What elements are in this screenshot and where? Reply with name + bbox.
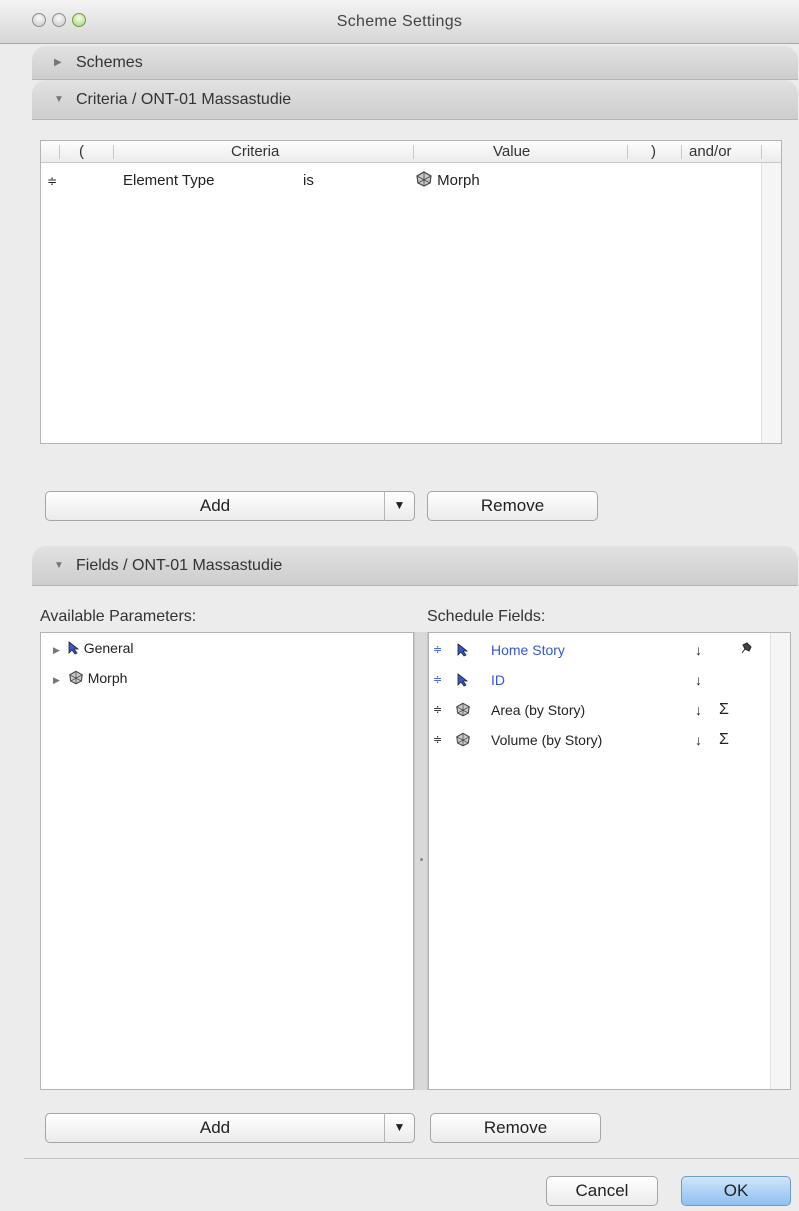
criteria-section-label: Criteria / ONT-01 Massastudie [76,91,292,108]
sum-icon[interactable]: Σ [719,698,729,722]
drag-handle-icon[interactable]: ≑ [433,638,442,662]
grip-icon [420,858,423,861]
schedule-field-label: Home Story [491,642,565,658]
add-label: Add [199,1118,231,1137]
criteria-table: ( Criteria Value ) and/or ≑ Element Type… [40,140,782,444]
column-separator [681,145,682,159]
column-separator [113,145,114,159]
criteria-add-button[interactable]: Add ▼ [45,491,415,521]
column-separator [761,145,762,159]
available-parameters-list: ▶ General ▶ Morph [40,632,414,1090]
fields-remove-button[interactable]: Remove [430,1113,601,1143]
disclosure-down-icon: ▼ [54,560,64,571]
tree-item-morph[interactable]: ▶ Morph [53,667,127,689]
sort-arrow-icon[interactable]: ↓ [695,698,702,722]
schemes-section-header[interactable]: ▶ Schemes [32,46,798,80]
title-bar: Scheme Settings [0,0,799,44]
drag-handle-icon[interactable]: ≑ [433,668,442,692]
schedule-field-label: Area (by Story) [491,702,586,718]
schemes-section-label: Schemes [76,54,143,71]
cursor-arrow-icon [457,638,469,662]
column-header-criteria[interactable]: Criteria [231,141,279,163]
column-header-close-paren[interactable]: ) [651,141,656,163]
value-text: Morph [437,172,480,189]
footer-divider [24,1158,799,1159]
sum-icon[interactable]: Σ [719,728,729,752]
morph-icon [455,728,471,752]
criteria-scrollbar[interactable] [761,163,781,443]
panel-splitter[interactable] [414,632,428,1090]
criteria-section-header[interactable]: ▼ Criteria / ONT-01 Massastudie [32,80,798,120]
column-header-and-or[interactable]: and/or [689,141,732,163]
chevron-down-icon[interactable]: ▼ [384,1113,414,1143]
tree-item-general[interactable]: ▶ General [53,637,134,659]
add-label: Add [199,496,231,515]
row-drag-handle[interactable]: ≑ [47,169,57,193]
schedule-field-label: ID [491,672,505,688]
drag-handle-icon[interactable]: ≑ [433,728,442,752]
disclosure-right-icon[interactable]: ▶ [53,645,60,655]
tree-item-label: General [83,640,134,656]
cursor-arrow-icon [68,640,84,656]
column-separator [413,145,414,159]
criteria-row[interactable]: ≑ Element Type is Morph [41,169,761,193]
sort-arrow-icon[interactable]: ↓ [695,638,702,662]
fields-section-label: Fields / ONT-01 Massastudie [76,557,283,574]
cursor-arrow-icon [457,668,469,692]
pin-icon[interactable] [739,638,753,662]
fields-add-button[interactable]: Add ▼ [45,1113,415,1143]
schedule-field-row[interactable]: ≑ ID ↓ [429,668,759,692]
column-separator [59,145,60,159]
scheme-settings-window: Scheme Settings ▶ Schemes ▼ Criteria / O… [0,0,799,1211]
chevron-down-icon[interactable]: ▼ [384,491,414,521]
morph-icon [415,171,437,189]
value-cell[interactable]: Morph [415,169,480,193]
criteria-table-header: ( Criteria Value ) and/or [41,141,781,163]
window-title: Scheme Settings [336,13,463,30]
column-header-open-paren[interactable]: ( [79,141,84,163]
cancel-button[interactable]: Cancel [546,1176,658,1206]
schedule-fields-list: ≑ Home Story ↓ ≑ ID ↓ ≑ Area (by Story) … [428,632,791,1090]
tree-item-label: Morph [87,670,128,686]
schedule-field-row[interactable]: ≑ Home Story ↓ [429,638,759,662]
criteria-remove-button[interactable]: Remove [427,491,598,521]
fields-section-header[interactable]: ▼ Fields / ONT-01 Massastudie [32,546,798,586]
schedule-field-row[interactable]: ≑ Area (by Story) ↓ Σ [429,698,759,722]
schedule-field-row[interactable]: ≑ Volume (by Story) ↓ Σ [429,728,759,752]
disclosure-down-icon: ▼ [54,94,64,105]
schedule-field-label: Volume (by Story) [491,732,603,748]
disclosure-right-icon[interactable]: ▶ [53,675,60,685]
column-separator [627,145,628,159]
criteria-cell[interactable]: Element Type [123,169,214,193]
sort-arrow-icon[interactable]: ↓ [695,668,702,692]
sort-arrow-icon[interactable]: ↓ [695,728,702,752]
available-parameters-label: Available Parameters: [40,608,197,625]
ok-button[interactable]: OK [681,1176,791,1206]
column-header-value[interactable]: Value [493,141,530,163]
disclosure-right-icon: ▶ [54,57,62,68]
morph-icon [455,698,471,722]
operator-cell[interactable]: is [303,169,314,193]
schedule-fields-label: Schedule Fields: [427,608,546,625]
schedule-fields-scrollbar[interactable] [770,633,790,1089]
drag-handle-icon[interactable]: ≑ [433,698,442,722]
morph-icon [68,670,88,686]
